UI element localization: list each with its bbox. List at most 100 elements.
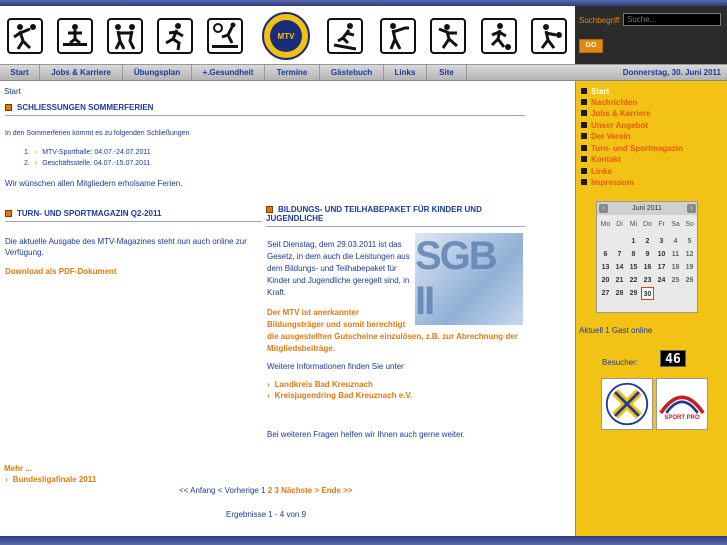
education-line-1: Seit Dienstag, dem 29.03.2011 ist das [267,240,402,249]
nav-health[interactable]: +.Gesundheit [192,65,265,81]
results-count: Ergebnisse 1 - 4 von 9 [226,510,307,519]
badminton-icon[interactable] [430,18,466,54]
visitor-counter: 46 [660,350,686,367]
calendar-day[interactable]: 4 [669,235,682,248]
nav-start[interactable]: Start [0,65,40,81]
sidebar-item-club[interactable]: Der Verein [581,132,631,141]
pdf-download-link[interactable]: Download als PDF-Dokument [5,266,117,278]
calendar-day[interactable]: 22 [627,274,640,287]
closing-title[interactable]: SCHLIESSUNGEN SOMMERFERIEN [5,103,525,116]
calendar-day[interactable]: 14 [613,261,626,274]
calendar-day[interactable]: 12 [683,248,696,261]
search-input[interactable] [623,13,721,26]
calendar-day[interactable]: 3 [655,235,668,248]
square-icon [5,104,12,111]
calendar-day[interactable]: 26 [683,274,696,287]
bullet-icon [581,179,587,185]
calendar-day[interactable]: 7 [613,248,626,261]
education-title-text-2: JUGENDLICHE [266,214,324,223]
go-button[interactable]: GO [579,39,603,53]
bullet-icon [581,88,587,94]
sidebar-item-offer[interactable]: Unser Angebot [581,121,648,130]
pagination-pages[interactable]: 2 3 [268,486,279,495]
sidebar-item-magazine[interactable]: Turn- und Sportmagazin [581,144,683,153]
education-title[interactable]: BILDUNGS- UND TEILHABEPAKET FÜR KINDER U… [266,205,525,227]
nav-training-plan[interactable]: Übungsplan [123,65,192,81]
list-item-text: Geschäftsstelle: 04.07.-15.07.2011 [42,160,151,167]
calendar-day[interactable]: 8 [627,248,640,261]
running-icon[interactable] [157,18,193,54]
sport-pro-badge[interactable]: SPORT PRO [656,378,708,430]
online-status: Aktuell 1 Gast online [579,326,653,335]
pagination-prev[interactable]: << Anfang < Vorherige 1 [179,486,266,495]
skiing-icon[interactable] [327,18,363,54]
calendar-day[interactable]: 11 [669,248,682,261]
volleyball-icon[interactable] [207,18,243,54]
martial-arts-icon[interactable] [107,18,143,54]
calendar-weekday: So [685,221,694,228]
calendar-day[interactable]: 24 [655,274,668,287]
handball-icon[interactable] [7,18,43,54]
calendar-day[interactable]: 28 [613,287,626,300]
nav-dates[interactable]: Termine [265,65,320,81]
sidebar-item-label: Jobs & Karriere [591,109,651,118]
sidebar-item-links[interactable]: Links [581,167,612,176]
bullet-icon [581,133,587,139]
calendar-day[interactable]: 10 [655,248,668,261]
closing-intro: In den Sommerferien kommt es zu folgende… [5,130,190,137]
calendar-day[interactable]: 27 [599,287,612,300]
calendar-day[interactable]: 23 [641,274,654,287]
football-icon[interactable] [481,18,517,54]
education-line-5: Kraft. [267,288,287,297]
calendar-day[interactable]: 19 [683,261,696,274]
calendar-day[interactable]: 18 [669,261,682,274]
calendar-day[interactable]: 21 [613,274,626,287]
sidebar-item-label: Turn- und Sportmagazin [591,144,683,153]
calendar-day[interactable]: 5 [683,235,696,248]
calendar-day[interactable]: 20 [599,274,612,287]
magazine-title[interactable]: TURN- UND SPORTMAGAZIN Q2-2011 [5,209,262,222]
table-tennis-icon[interactable] [531,18,567,54]
health-badge[interactable] [601,378,653,430]
club-logo[interactable]: MTV [262,12,310,60]
kreisjugendring-link[interactable]: › Kreisjugendring Bad Kreuznach e.V. [267,390,412,402]
nav-jobs[interactable]: Jobs & Karriere [40,65,123,81]
calendar-day[interactable]: 2 [641,235,654,248]
bullet-icon [581,168,587,174]
calendar-day[interactable]: 29 [627,287,640,300]
gymnastics-icon[interactable] [57,18,93,54]
sidebar-item-label: Impressum [591,178,634,187]
nav-guestbook[interactable]: Gästebuch [320,65,384,81]
calendar-next-button[interactable]: › [687,204,696,213]
calendar-prev-button[interactable]: ‹ [599,204,608,213]
breadcrumb[interactable]: Start [4,87,21,96]
sidebar-item-news[interactable]: Nachrichten [581,98,637,107]
calendar-day[interactable]: 6 [599,248,612,261]
calendar-day[interactable]: 13 [599,261,612,274]
education-highlight-4: Mitgliedsbeiträge. [267,344,336,353]
more-item-link[interactable]: › Bundesligafinale 2011 [5,474,96,486]
bullet-icon [581,110,587,116]
calendar-day[interactable]: 16 [641,261,654,274]
sidebar-item-imprint[interactable]: Impressum [581,178,634,187]
pagination-next[interactable]: Nächste > Ende >> [281,486,352,495]
sidebar-item-label: Unser Angebot [591,121,649,130]
calendar-day[interactable]: 1 [627,235,640,248]
calendar-day[interactable]: 17 [655,261,668,274]
calendar-day[interactable]: 25 [669,274,682,287]
bullet-icon [581,145,587,151]
nav-site[interactable]: Site [427,65,467,81]
sidebar-item-contact[interactable]: Kontakt [581,155,621,164]
calendar-day[interactable]: 9 [641,248,654,261]
kreisjugendring-link-text: Kreisjugendring Bad Kreuznach e.V. [274,391,413,400]
bullet-icon [581,156,587,162]
sidebar-item-label: Kontakt [591,155,621,164]
sidebar-item-jobs[interactable]: Jobs & Karriere [581,109,651,118]
calendar-weekday: Mo [600,221,611,228]
fitness-icon[interactable] [380,18,416,54]
calendar-day[interactable]: 15 [627,261,640,274]
calendar-today[interactable]: 30 [641,287,654,300]
nav-links[interactable]: Links [384,65,427,81]
sidebar: Start Nachrichten Jobs & Karriere Unser … [575,81,727,536]
sidebar-item-start[interactable]: Start [581,87,609,96]
